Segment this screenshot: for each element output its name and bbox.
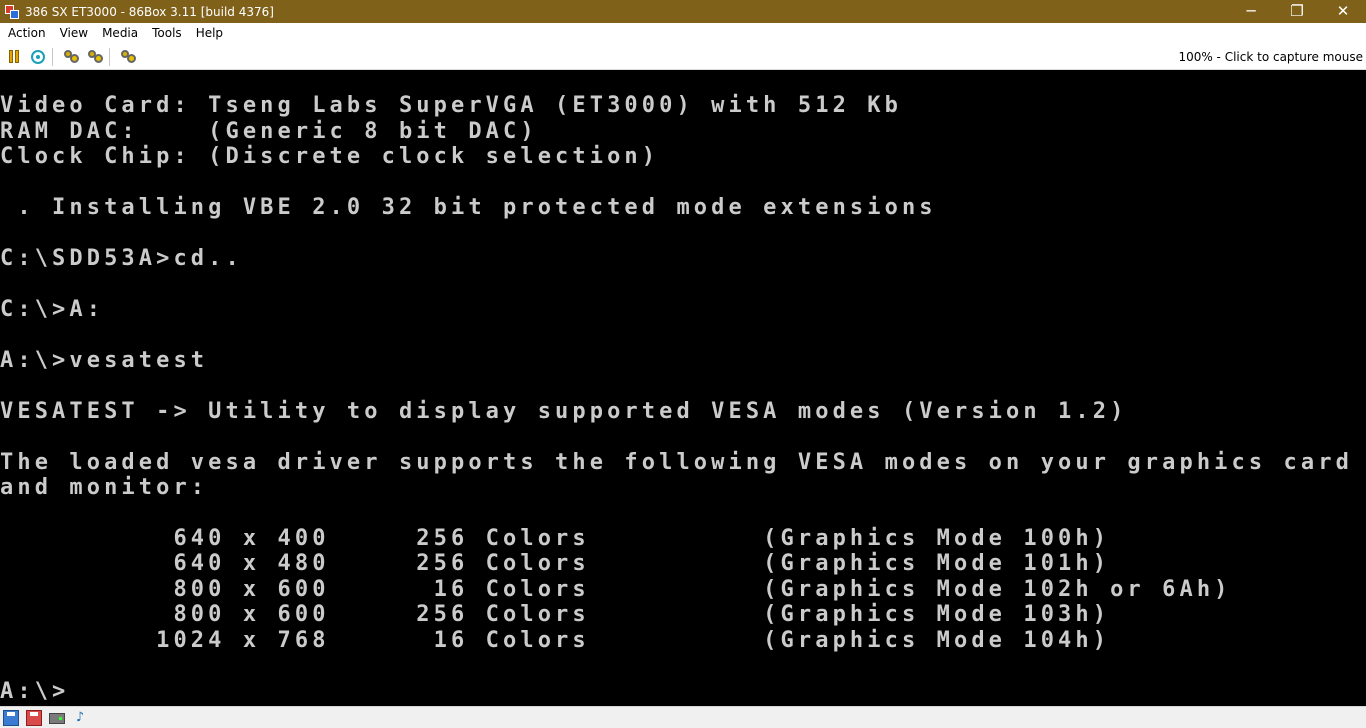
console-prompt: A:\>	[0, 679, 70, 704]
menu-help[interactable]: Help	[188, 23, 229, 44]
floppy-a-icon[interactable]	[3, 709, 19, 726]
menu-view[interactable]: View	[52, 23, 94, 44]
floppy-b-icon[interactable]	[26, 709, 42, 726]
console-line: Clock Chip: (Discrete clock selection)	[0, 144, 660, 169]
title-bar[interactable]: 386 SX ET3000 - 86Box 3.11 [build 4376] …	[0, 0, 1366, 23]
console-line: 800 x 600 256 Colors (Graphics Mode 103h…	[0, 602, 1111, 627]
console-line: 640 x 480 256 Colors (Graphics Mode 101h…	[0, 551, 1111, 576]
settings-icon	[120, 49, 136, 64]
window-controls: ─ ❐ ✕	[1228, 0, 1366, 23]
console-line: . Installing VBE 2.0 32 bit protected mo…	[0, 195, 937, 220]
console-line: VESATEST -> Utility to display supported…	[0, 399, 1128, 424]
pause-button[interactable]	[4, 47, 24, 67]
emulator-screen[interactable]: Video Card: Tseng Labs SuperVGA (ET3000)…	[0, 70, 1366, 706]
console-line: 1024 x 768 16 Colors (Graphics Mode 104h…	[0, 628, 1111, 653]
window-title: 386 SX ET3000 - 86Box 3.11 [build 4376]	[25, 4, 274, 19]
ctrl-alt-del-button[interactable]	[61, 47, 81, 67]
console-line: The loaded vesa driver supports the foll…	[0, 450, 1353, 475]
sound-icon[interactable]: ♪	[72, 710, 88, 726]
console-line: RAM DAC: (Generic 8 bit DAC)	[0, 119, 538, 144]
hard-disk-icon[interactable]	[49, 713, 65, 724]
menu-bar: Action View Media Tools Help	[0, 23, 1366, 44]
console-line: 640 x 400 256 Colors (Graphics Mode 100h…	[0, 526, 1111, 551]
hard-reset-button[interactable]	[28, 47, 48, 67]
menu-media[interactable]: Media	[94, 23, 144, 44]
console-line: C:\SDD53A>cd..	[0, 246, 243, 271]
console-line: and monitor:	[0, 475, 209, 500]
console-line: Video Card: Tseng Labs SuperVGA (ET3000)…	[0, 93, 902, 118]
minimize-button[interactable]: ─	[1228, 0, 1274, 23]
menu-tools[interactable]: Tools	[144, 23, 188, 44]
app-icon[interactable]	[4, 4, 20, 20]
settings-button[interactable]	[118, 47, 138, 67]
mouse-capture-status[interactable]: 100% - Click to capture mouse	[1178, 44, 1363, 70]
ctrl-alt-esc-button[interactable]	[85, 47, 105, 67]
hard-reset-icon	[31, 49, 45, 64]
ctrl-alt-esc-icon	[87, 49, 103, 64]
toolbar-separator	[109, 47, 110, 66]
menu-action[interactable]: Action	[0, 23, 52, 44]
status-bar: ♪	[0, 706, 1366, 728]
toolbar-separator	[52, 47, 53, 66]
console-line: C:\>A:	[0, 297, 105, 322]
close-button[interactable]: ✕	[1320, 0, 1366, 23]
ctrl-alt-del-icon	[63, 49, 79, 64]
console-line: 800 x 600 16 Colors (Graphics Mode 102h …	[0, 577, 1232, 602]
toolbar: 100% - Click to capture mouse	[0, 44, 1366, 70]
restore-button[interactable]: ❐	[1274, 0, 1320, 23]
pause-icon	[9, 50, 19, 63]
console-line: A:\>vesatest	[0, 348, 209, 373]
